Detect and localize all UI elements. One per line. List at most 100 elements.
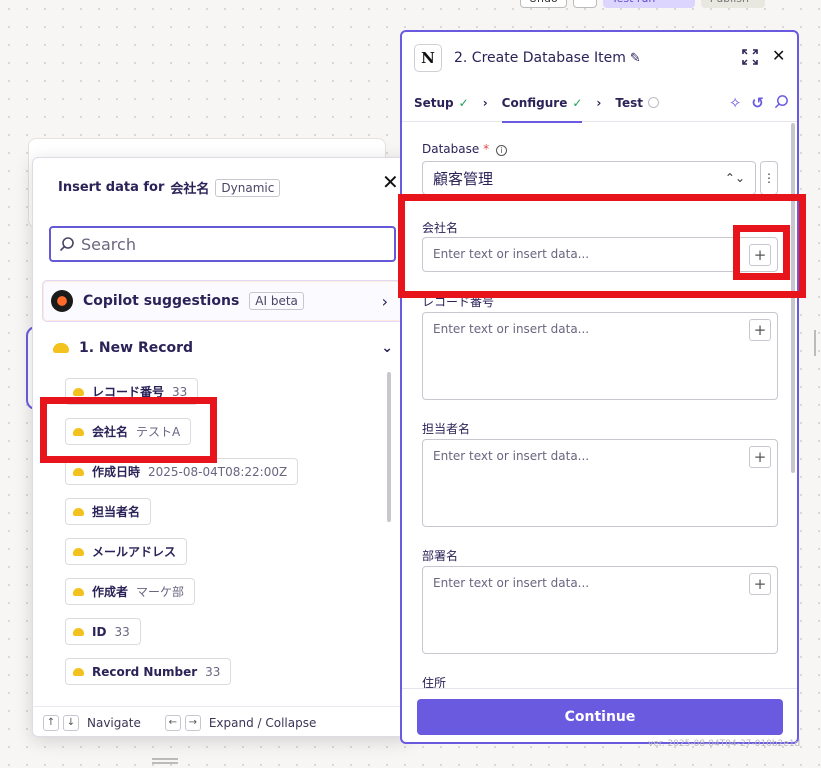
undo-button[interactable]: Undo — [520, 0, 567, 8]
field-placeholder: Enter text or insert data... — [433, 449, 590, 463]
database-label-text: Database — [422, 142, 480, 156]
list-item[interactable]: 会社名 テストA — [65, 418, 192, 445]
list-item[interactable]: ID 33 — [65, 618, 141, 645]
item-value: マーケ部 — [136, 585, 185, 599]
search-icon — [59, 237, 74, 252]
arrow-down-key-icon: ↓ — [63, 714, 79, 731]
kintone-app-icon — [73, 547, 84, 556]
plus-icon[interactable]: + — [749, 446, 771, 468]
plus-icon[interactable]: + — [749, 244, 771, 266]
item-label: 作成日時 — [92, 465, 141, 479]
dynamic-badge: Dynamic — [215, 178, 281, 197]
item-value: 2025-08-04T08:22:00Z — [148, 464, 288, 479]
search-input[interactable] — [81, 234, 394, 254]
field-label-company: 会社名 — [422, 221, 459, 235]
popover-header: Insert data for 会社名 Dynamic — [58, 178, 281, 197]
tab-label: Configure — [501, 95, 568, 110]
test-run-button[interactable]: Test run — [602, 0, 695, 8]
panel-title[interactable]: 2. Create Database Item — [454, 50, 626, 66]
insert-data-popover: Insert data for 会社名 Dynamic ✕ Copilot su… — [32, 157, 411, 737]
kintone-app-icon — [73, 507, 84, 516]
list-item[interactable]: 作成日時 2025-08-04T08:22:00Z — [65, 458, 299, 485]
publish-button[interactable]: Publish — [700, 0, 765, 8]
record-number-field[interactable]: Enter text or insert data... + — [422, 312, 778, 400]
help-button[interactable] — [572, 0, 597, 8]
chevron-right-icon: › — [482, 95, 488, 110]
expand-collapse-hint: Expand / Collapse — [208, 715, 317, 730]
company-name-field[interactable]: Enter text or insert data... + — [422, 237, 778, 272]
kintone-app-icon — [73, 587, 84, 596]
item-label: 会社名 — [92, 425, 129, 439]
tab-setup[interactable]: Setup ✓ — [414, 84, 469, 122]
panel-scrollbar[interactable] — [791, 123, 795, 473]
item-label: メールアドレス — [92, 545, 177, 559]
field-placeholder: Enter text or insert data... — [433, 247, 590, 261]
top-toolbar: Undo Test run Publish — [520, 0, 765, 8]
notion-icon: N — [414, 44, 442, 72]
item-value: 33 — [172, 384, 188, 399]
more-options-icon[interactable]: ⋮ — [760, 161, 778, 195]
panel-header: N 2. Create Database Item ✎ ✕ — [402, 32, 797, 84]
sparkle-icon[interactable]: ✧ — [729, 94, 742, 112]
database-select[interactable]: 顧客管理 ⌃⌄ — [422, 161, 756, 195]
check-icon: ✓ — [572, 95, 583, 110]
list-item[interactable]: 作成者 マーケ部 — [65, 578, 196, 605]
chevron-down-icon[interactable]: ⌄ — [381, 340, 393, 356]
pencil-icon[interactable]: ✎ — [630, 51, 641, 66]
list-item[interactable]: レコード番号 33 — [65, 378, 199, 405]
undo-icon[interactable]: ↺ — [751, 94, 764, 112]
arrow-right-key-icon: → — [184, 714, 201, 731]
chevron-right-icon: › — [596, 95, 602, 110]
close-icon[interactable]: ✕ — [772, 46, 785, 65]
popover-title-prefix: Insert data for — [58, 180, 165, 195]
navigate-hint: Navigate — [87, 715, 141, 730]
plus-icon[interactable]: + — [749, 573, 771, 595]
chevron-right-icon: › — [381, 291, 388, 311]
plus-icon[interactable]: + — [749, 319, 771, 341]
item-label: 作成者 — [92, 585, 129, 599]
tab-configure[interactable]: Configure ✓ — [501, 84, 583, 123]
info-icon[interactable]: i — [495, 145, 507, 156]
tab-label: Test — [615, 95, 643, 110]
panel-tabs: Setup ✓ › Configure ✓ › Test ✧ ↺ — [402, 84, 797, 123]
expand-icon[interactable] — [742, 49, 758, 65]
step-group-label: 1. New Record — [79, 340, 194, 356]
item-value: テストA — [136, 425, 181, 439]
tab-actions: ✧ ↺ — [729, 94, 789, 112]
copilot-label: Copilot suggestions — [83, 293, 240, 309]
resize-handle[interactable] — [152, 758, 178, 764]
kintone-app-icon — [53, 343, 69, 353]
popover-footer: ↑ ↓ Navigate ← → Expand / Collapse — [33, 706, 410, 738]
person-name-field[interactable]: Enter text or insert data... + — [422, 439, 778, 527]
field-label-person: 担当者名 — [422, 422, 471, 436]
step-config-panel: N 2. Create Database Item ✎ ✕ Setup ✓ › … — [400, 30, 799, 744]
kintone-app-icon — [73, 427, 84, 436]
item-label: レコード番号 — [92, 385, 165, 399]
kintone-app-icon — [73, 387, 84, 396]
close-icon[interactable]: ✕ — [382, 170, 399, 194]
popover-scrollbar[interactable] — [387, 372, 391, 522]
search-icon[interactable] — [774, 94, 789, 109]
step-group-header[interactable]: 1. New Record ⌄ — [53, 340, 393, 356]
tab-test[interactable]: Test — [615, 84, 659, 122]
side-resize-handle[interactable] — [814, 330, 818, 356]
check-icon: ✓ — [458, 95, 469, 110]
list-item[interactable]: メールアドレス — [65, 538, 188, 565]
field-placeholder: Enter text or insert data... — [433, 322, 590, 336]
copilot-suggestions[interactable]: Copilot suggestions AI beta › — [42, 280, 403, 322]
pending-status-icon — [647, 97, 659, 108]
list-item[interactable]: Record Number 33 — [65, 658, 232, 685]
chevron-updown-icon: ⌃⌄ — [724, 171, 745, 185]
department-field[interactable]: Enter text or insert data... + — [422, 566, 778, 654]
item-label: ID — [92, 624, 107, 639]
item-value: 33 — [205, 664, 221, 679]
database-value: 顧客管理 — [433, 169, 494, 188]
panel-footer: Continue — [402, 688, 797, 742]
continue-button[interactable]: Continue — [417, 699, 783, 735]
item-label: Record Number — [92, 664, 198, 679]
list-item[interactable]: 担当者名 — [65, 498, 152, 525]
tab-label: Setup — [414, 95, 454, 110]
item-value: 33 — [114, 624, 130, 639]
arrow-up-key-icon: ↑ — [43, 714, 59, 731]
search-box[interactable] — [49, 226, 396, 262]
